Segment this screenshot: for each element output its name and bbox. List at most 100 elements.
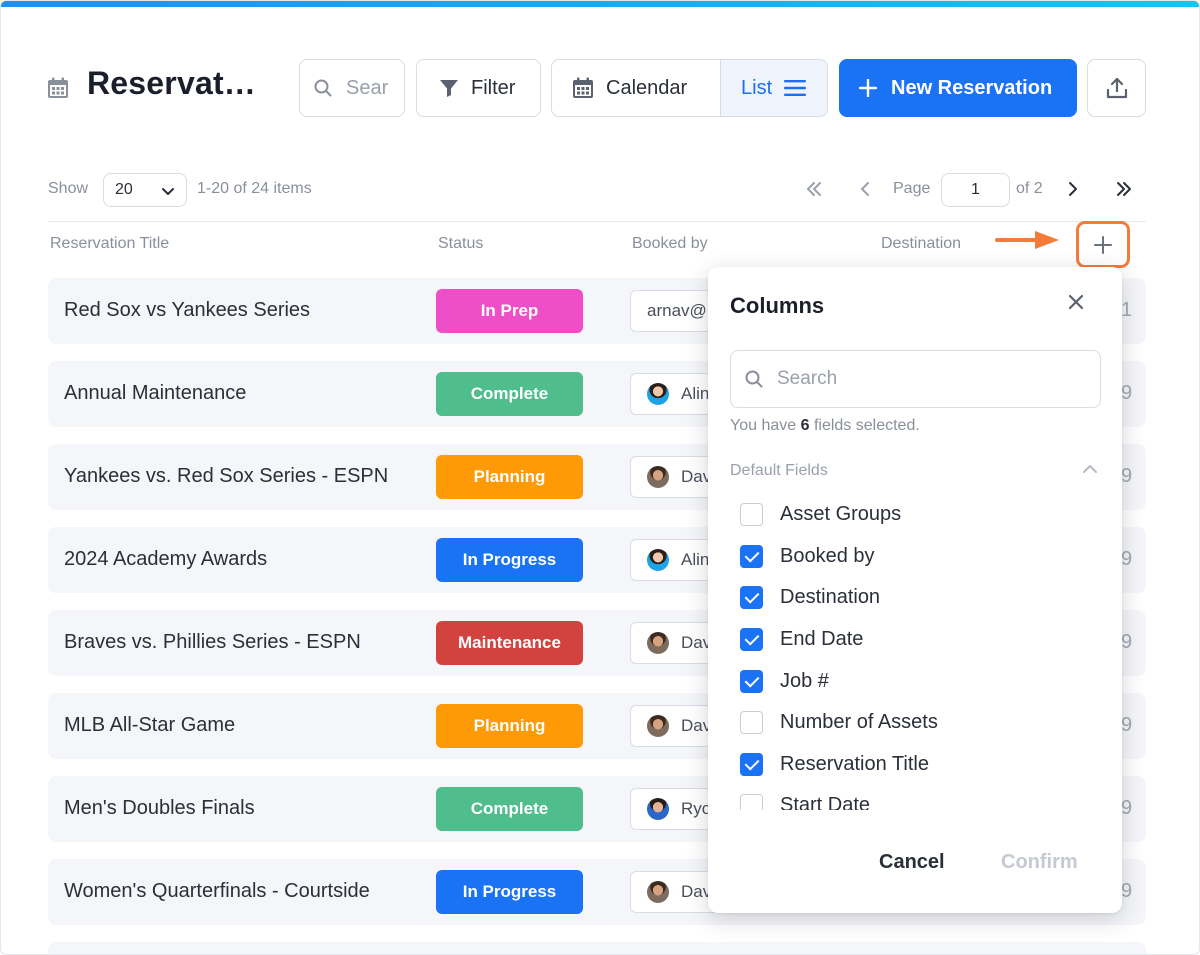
list-icon (784, 80, 807, 96)
list-label: List (741, 76, 773, 99)
filter-label: Filter (471, 76, 516, 99)
field-option[interactable]: Start Date (740, 785, 1100, 810)
booked-by-name: Ryo (681, 799, 712, 818)
row-trailing-value: 9 (1121, 465, 1133, 487)
field-option[interactable]: Job # (740, 660, 1100, 702)
reservation-title[interactable]: Women's Quarterfinals - Courtside (64, 880, 370, 903)
reservation-title[interactable]: MLB All-Star Game (64, 714, 235, 737)
selected-count-text: You have 6 fields selected. (730, 417, 920, 435)
status-badge: Complete (436, 372, 583, 416)
calendar-label: Calendar (606, 76, 688, 99)
show-label: Show (48, 180, 89, 197)
plus-icon (859, 79, 877, 97)
checkbox-checked[interactable] (740, 544, 763, 568)
field-list: Asset Groups Booked by Destination End Date… (740, 494, 1100, 810)
status-badge: Maintenance (436, 621, 583, 665)
field-option[interactable]: Asset Groups (740, 494, 1100, 536)
table-row[interactable] (48, 942, 1146, 954)
avatar (647, 798, 669, 820)
search-button[interactable]: Sear (299, 59, 405, 117)
field-label: Destination (780, 586, 881, 609)
search-placeholder: Sear (346, 76, 389, 99)
next-page-icon[interactable] (1066, 180, 1080, 198)
first-page-icon[interactable] (805, 180, 823, 198)
field-option[interactable]: Number of Assets (740, 702, 1100, 744)
reservation-title[interactable]: Braves vs. Phillies Series - ESPN (64, 631, 361, 654)
booked-by-name: Dav (681, 633, 712, 652)
status-badge: In Prep (436, 289, 583, 333)
search-icon (745, 370, 763, 388)
field-option[interactable]: Destination (740, 577, 1100, 619)
field-option[interactable]: Booked by (740, 536, 1100, 578)
column-header-booked-by[interactable]: Booked by (632, 235, 708, 253)
checkbox-checked[interactable] (740, 669, 763, 693)
field-label: Asset Groups (780, 503, 902, 526)
page-number-input[interactable]: 1 (941, 173, 1010, 207)
status-badge: In Progress (436, 538, 583, 582)
last-page-icon[interactable] (1115, 180, 1133, 198)
column-header-destination[interactable]: Destination (881, 235, 961, 253)
row-trailing-value: 9 (1121, 797, 1133, 819)
avatar (647, 715, 669, 737)
view-toggle: Calendar List (551, 59, 828, 117)
booked-by-name: Alin (681, 550, 710, 569)
filter-button[interactable]: Filter (416, 59, 541, 117)
column-search-input[interactable]: Search (730, 350, 1101, 408)
calendar-view-button[interactable]: Calendar (552, 60, 720, 116)
top-accent-bar (1, 1, 1199, 7)
column-header-title[interactable]: Reservation Title (50, 235, 169, 253)
row-trailing-value: 9 (1121, 382, 1133, 404)
field-option[interactable]: Reservation Title (740, 744, 1100, 786)
confirm-button[interactable]: Confirm (1001, 851, 1078, 874)
booked-by-name: Dav (681, 882, 712, 901)
chevron-up-icon[interactable] (1082, 462, 1098, 476)
items-count: 1-20 of 24 items (197, 180, 312, 197)
field-label: End Date (780, 628, 864, 651)
booked-by-name: Alin (681, 384, 710, 403)
avatar (647, 549, 669, 571)
count-suffix: fields selected. (813, 417, 920, 434)
checkbox-unchecked[interactable] (740, 794, 763, 810)
cancel-button[interactable]: Cancel (879, 851, 945, 874)
checkbox-checked[interactable] (740, 752, 763, 776)
divider (48, 221, 1146, 222)
column-search-placeholder: Search (777, 368, 838, 389)
reservation-title[interactable]: Red Sox vs Yankees Series (64, 299, 310, 322)
status-badge: Planning (436, 704, 583, 748)
row-trailing-value: 9 (1121, 631, 1133, 653)
page-size-select[interactable]: 20 (103, 173, 187, 207)
list-view-button[interactable]: List (720, 60, 827, 116)
new-reservation-button[interactable]: New Reservation (839, 59, 1077, 117)
checkbox-checked[interactable] (740, 628, 763, 652)
reservation-title[interactable]: 2024 Academy Awards (64, 548, 267, 571)
checkbox-checked[interactable] (740, 586, 763, 610)
reservations-page: Reservat… Sear Filter Calendar List New … (0, 0, 1200, 955)
column-header-status[interactable]: Status (438, 235, 483, 253)
field-option[interactable]: End Date (740, 619, 1100, 661)
avatar (647, 383, 669, 405)
search-icon (314, 79, 332, 97)
booked-by-name: Dav (681, 467, 712, 486)
avatar (647, 466, 669, 488)
popover-title: Columns (730, 293, 825, 318)
field-label: Start Date (780, 794, 871, 810)
close-icon[interactable] (1068, 294, 1084, 310)
calendar-icon (573, 77, 593, 98)
reservation-title[interactable]: Yankees vs. Red Sox Series - ESPN (64, 465, 388, 488)
reservation-title[interactable]: Men's Doubles Finals (64, 797, 255, 820)
prev-page-icon[interactable] (858, 180, 872, 198)
chevron-down-icon (162, 188, 174, 195)
page-size-value: 20 (115, 181, 133, 198)
checkbox-unchecked[interactable] (740, 503, 763, 527)
export-button[interactable] (1087, 59, 1146, 117)
add-column-button[interactable] (1076, 221, 1130, 268)
reservation-title[interactable]: Annual Maintenance (64, 382, 246, 405)
new-reservation-label: New Reservation (891, 76, 1053, 99)
avatar (647, 632, 669, 654)
arrow-annotation-icon (995, 231, 1059, 249)
checkbox-unchecked[interactable] (740, 711, 763, 735)
avatar (647, 881, 669, 903)
row-trailing-value: 9 (1121, 880, 1133, 902)
field-label: Reservation Title (780, 752, 929, 775)
row-trailing-value: 9 (1121, 714, 1133, 736)
